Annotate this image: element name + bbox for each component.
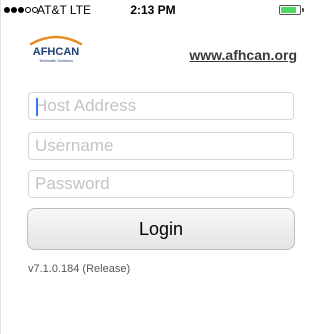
battery-level [281, 7, 297, 13]
afhcan-logo: AFHCAN Telehealth Solutions [29, 35, 83, 63]
password-field[interactable] [28, 170, 294, 198]
website-link[interactable]: www.afhcan.org [173, 47, 297, 63]
password-input[interactable] [29, 171, 293, 197]
status-bar: AT&T LTE 2:13 PM [1, 0, 305, 20]
logo-tagline: Telehealth Solutions [39, 59, 73, 63]
login-screen: AT&T LTE 2:13 PM AFHCAN Telehealth Solut… [0, 0, 304, 334]
login-button[interactable]: Login [27, 208, 295, 250]
username-input[interactable] [29, 133, 293, 159]
battery-icon [279, 5, 304, 15]
username-field[interactable] [28, 132, 294, 160]
host-address-input[interactable] [29, 93, 293, 119]
logo-text: AFHCAN [33, 46, 79, 58]
host-address-field[interactable] [28, 92, 294, 120]
version-label: v7.1.0.184 (Release) [28, 263, 131, 275]
status-time: 2:13 PM [130, 3, 176, 17]
battery-cap [302, 8, 304, 12]
text-cursor [36, 98, 38, 116]
